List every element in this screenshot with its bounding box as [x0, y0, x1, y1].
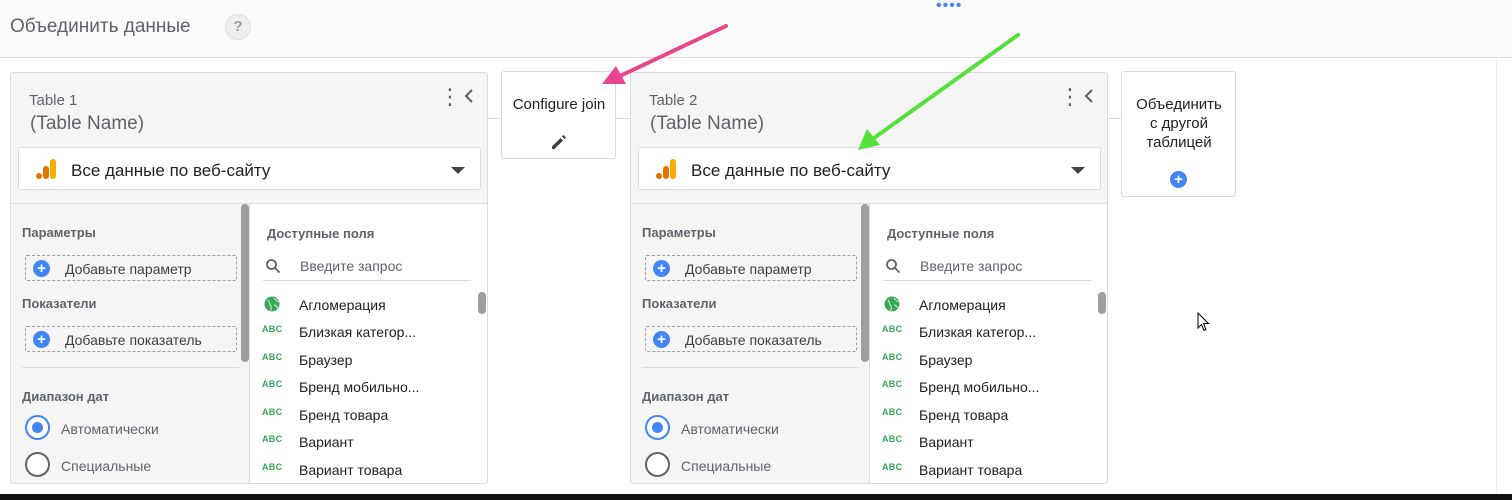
pink-arrow-icon [602, 24, 728, 84]
bottom-edge [0, 494, 1512, 500]
annotation-arrows [602, 24, 1020, 150]
mouse-cursor-icon [1197, 312, 1210, 332]
green-arrow-icon [858, 33, 1020, 150]
